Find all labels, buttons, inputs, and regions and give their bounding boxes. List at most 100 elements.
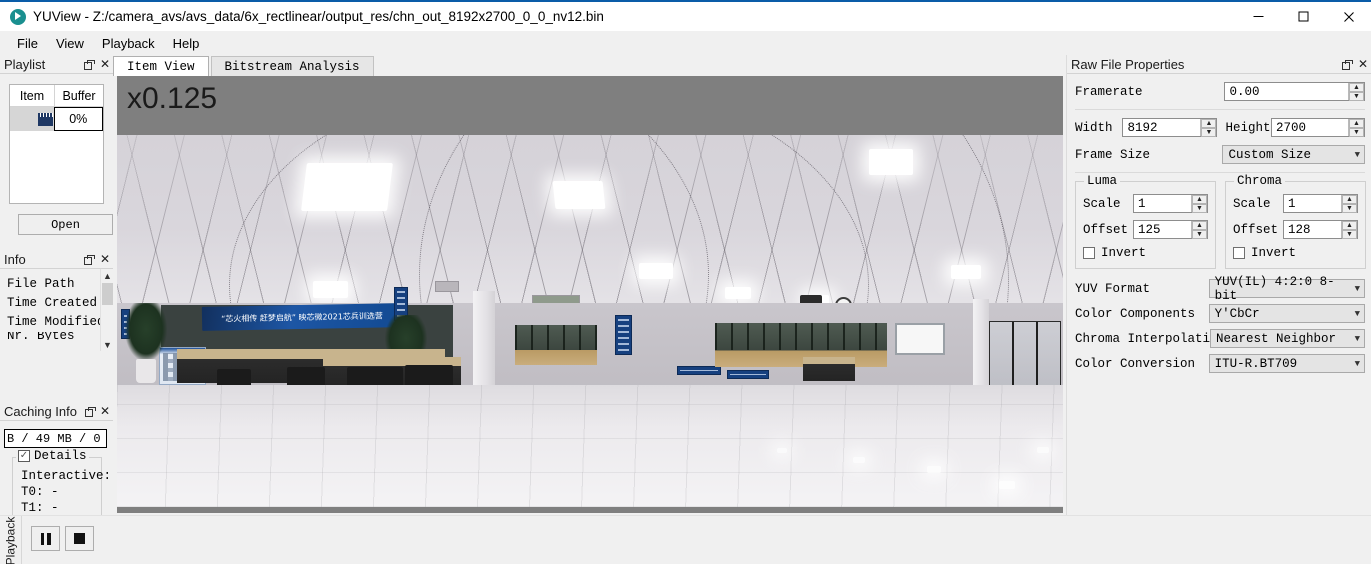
color-components-select[interactable]: Y'CbCr ▼: [1208, 304, 1365, 323]
caching-close-icon[interactable]: ✕: [100, 405, 110, 417]
minimize-button[interactable]: [1236, 1, 1281, 32]
image-viewport[interactable]: x0.125 “芯火相传 赶梦启航” 映芯微2021芯兵训选营: [117, 76, 1063, 513]
chevron-down-icon: ▼: [1354, 333, 1360, 344]
luma-offset-spinbox[interactable]: 125 ▲ ▼: [1133, 220, 1208, 239]
properties-close-icon[interactable]: ✕: [1358, 58, 1368, 70]
details-legend: ✓ Details: [16, 449, 89, 463]
luma-scale-stepper[interactable]: ▲ ▼: [1191, 195, 1207, 213]
chroma-invert-row[interactable]: Invert: [1233, 246, 1358, 260]
ceiling-lamp: [869, 149, 913, 175]
ceiling-lamp: [313, 281, 348, 298]
chroma-invert-checkbox[interactable]: [1233, 247, 1245, 259]
chroma-scale-stepper[interactable]: ▲ ▼: [1341, 195, 1357, 213]
open-button[interactable]: Open: [18, 214, 113, 235]
framerate-row: Framerate 0.00 ▲ ▼: [1075, 82, 1365, 101]
info-row-file-path: File Path: [7, 277, 75, 291]
frame-size-select[interactable]: Custom Size ▼: [1222, 145, 1365, 164]
framerate-stepper[interactable]: ▲ ▼: [1348, 83, 1364, 101]
width-stepper[interactable]: ▲ ▼: [1200, 119, 1217, 137]
chroma-scale-step-down[interactable]: ▼: [1342, 204, 1357, 213]
height-stepper[interactable]: ▲ ▼: [1348, 119, 1364, 137]
menu-help[interactable]: Help: [164, 34, 209, 53]
height-step-down[interactable]: ▼: [1349, 128, 1364, 137]
chroma-interpolation-select[interactable]: Nearest Neighbor ▼: [1210, 329, 1365, 348]
luma-invert-checkbox[interactable]: [1083, 247, 1095, 259]
framerate-step-up[interactable]: ▲: [1349, 83, 1364, 92]
chroma-offset-step-up[interactable]: ▲: [1342, 221, 1357, 230]
maximize-button[interactable]: [1281, 1, 1326, 32]
potted-plant: [125, 303, 167, 361]
chroma-offset-spinbox[interactable]: 128 ▲ ▼: [1283, 220, 1358, 239]
chroma-scale-value[interactable]: 1: [1284, 195, 1341, 212]
framerate-value[interactable]: 0.00: [1225, 83, 1348, 100]
luma-offset-stepper[interactable]: ▲ ▼: [1191, 221, 1207, 239]
table-row[interactable]: 0%: [10, 107, 103, 131]
info-close-icon[interactable]: ✕: [100, 253, 110, 265]
caching-status-field: B / 49 MB / 0 KB: [4, 429, 107, 448]
width-step-up[interactable]: ▲: [1201, 119, 1217, 128]
frame-size-row: Frame Size Custom Size ▼: [1075, 145, 1365, 164]
width-step-down[interactable]: ▼: [1201, 128, 1217, 137]
chroma-offset-stepper[interactable]: ▲ ▼: [1341, 221, 1357, 239]
chroma-scale-spinbox[interactable]: 1 ▲ ▼: [1283, 194, 1358, 213]
menu-playback[interactable]: Playback: [93, 34, 164, 53]
luma-scale-step-down[interactable]: ▼: [1192, 204, 1207, 213]
divider: [1075, 109, 1365, 110]
luma-scale-step-up[interactable]: ▲: [1192, 195, 1207, 204]
pause-button[interactable]: [31, 526, 60, 551]
playlist-item-cell[interactable]: [10, 107, 55, 131]
structural-column: [973, 299, 989, 391]
playback-dock-title: Playback: [0, 516, 22, 564]
color-conversion-select[interactable]: ITU-R.BT709 ▼: [1208, 354, 1365, 373]
properties-float-icon[interactable]: [1341, 59, 1353, 70]
chroma-offset-step-down[interactable]: ▼: [1342, 230, 1357, 239]
info-scrollbar[interactable]: ▲ ▼: [100, 269, 113, 351]
stop-button[interactable]: [65, 526, 94, 551]
close-button[interactable]: [1326, 1, 1371, 32]
properties-dock-title: Raw File Properties ✕: [1067, 55, 1371, 74]
playlist-col-buffer: Buffer: [62, 88, 96, 103]
luma-offset-step-up[interactable]: ▲: [1192, 221, 1207, 230]
chevron-down-icon: ▼: [1354, 308, 1360, 319]
properties-body: Framerate 0.00 ▲ ▼ Width 8192 ▲ ▼ Height…: [1067, 74, 1371, 373]
menu-file[interactable]: File: [8, 34, 47, 53]
luma-offset-step-down[interactable]: ▼: [1192, 230, 1207, 239]
dimensions-row: Width 8192 ▲ ▼ Height 2700 ▲ ▼: [1075, 118, 1365, 137]
framerate-spinbox[interactable]: 0.00 ▲ ▼: [1224, 82, 1365, 101]
luma-offset-value[interactable]: 125: [1134, 221, 1191, 238]
scrollbar-thumb[interactable]: [102, 283, 113, 305]
chroma-scale-step-up[interactable]: ▲: [1342, 195, 1357, 204]
tab-bitstream-analysis[interactable]: Bitstream Analysis: [210, 56, 374, 76]
frame-size-label: Frame Size: [1075, 147, 1151, 162]
menu-view[interactable]: View: [47, 34, 93, 53]
playlist-close-icon[interactable]: ✕: [100, 58, 110, 70]
info-row-nr-bytes: Nr. Bytes: [7, 332, 75, 340]
height-value[interactable]: 2700: [1272, 119, 1348, 136]
info-body: File Path Time Created Time Modified Nr.…: [0, 269, 113, 351]
properties-title-label: Raw File Properties: [1071, 56, 1185, 72]
clapperboard-icon: [37, 112, 53, 126]
caching-float-icon[interactable]: [84, 406, 96, 417]
panorama-image[interactable]: “芯火相传 赶梦启航” 映芯微2021芯兵训选营: [117, 135, 1063, 507]
width-spinbox[interactable]: 8192 ▲ ▼: [1122, 118, 1218, 137]
playlist-col-item: Item: [10, 85, 55, 106]
info-panel: Info ✕ File Path Time Created Time Modif…: [0, 250, 113, 352]
luma-scale-value[interactable]: 1: [1134, 195, 1191, 212]
luma-invert-row[interactable]: Invert: [1083, 246, 1208, 260]
height-step-up[interactable]: ▲: [1349, 119, 1364, 128]
details-checkbox[interactable]: ✓: [18, 450, 30, 462]
framerate-step-down[interactable]: ▼: [1349, 92, 1364, 101]
info-float-icon[interactable]: [83, 254, 95, 265]
height-spinbox[interactable]: 2700 ▲ ▼: [1271, 118, 1365, 137]
playlist-float-icon[interactable]: [83, 59, 95, 70]
width-value[interactable]: 8192: [1123, 119, 1201, 136]
tab-item-view[interactable]: Item View: [113, 56, 209, 76]
chroma-offset-value[interactable]: 128: [1284, 221, 1341, 238]
playlist-table[interactable]: Item Buffer 0%: [9, 84, 104, 204]
yuv-format-select[interactable]: YUV(IL) 4:2:0 8-bit ▼: [1208, 275, 1365, 303]
luma-scale-spinbox[interactable]: 1 ▲ ▼: [1133, 194, 1208, 213]
hanging-sign: [615, 315, 632, 355]
height-label: Height: [1225, 120, 1271, 135]
floor-reflection: [777, 448, 787, 453]
color-conversion-value: ITU-R.BT709: [1214, 356, 1298, 371]
